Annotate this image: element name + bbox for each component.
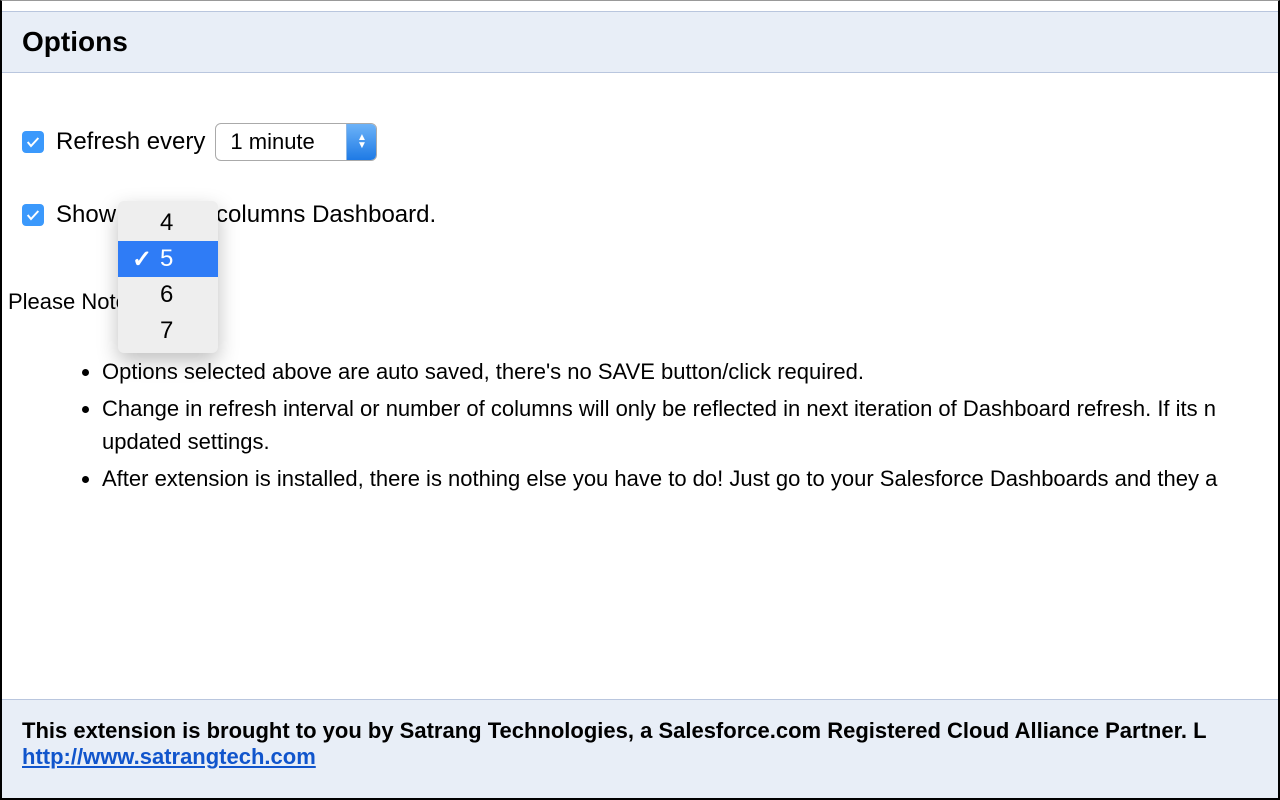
footer-link[interactable]: http://www.satrangtech.com <box>22 744 316 769</box>
dropdown-item-5[interactable]: 5 <box>118 241 218 277</box>
list-item: After extension is installed, there is n… <box>102 462 1258 495</box>
footer-text: This extension is brought to you by Satr… <box>22 718 1207 743</box>
list-item: Options selected above are auto saved, t… <box>102 355 1258 388</box>
list-item: Change in refresh interval or number of … <box>102 392 1258 458</box>
refresh-interval-select[interactable]: 1 minute ▲ ▼ <box>215 123 377 161</box>
footer: This extension is brought to you by Satr… <box>2 699 1278 798</box>
refresh-option-row: Refresh every 1 minute ▲ ▼ <box>22 123 1258 161</box>
refresh-label: Refresh every <box>56 128 205 156</box>
columns-dropdown-popup[interactable]: 4 5 6 7 <box>118 201 218 353</box>
notes-list: Options selected above are auto saved, t… <box>102 355 1258 495</box>
dropdown-item-6[interactable]: 6 <box>118 277 218 313</box>
refresh-interval-value: 1 minute <box>216 129 346 155</box>
show-label-pre: Show <box>56 201 116 229</box>
check-icon <box>25 207 41 223</box>
dropdown-item-7[interactable]: 7 <box>118 313 218 349</box>
refresh-checkbox[interactable] <box>22 131 44 153</box>
show-checkbox[interactable] <box>22 204 44 226</box>
options-header: Options <box>2 11 1278 73</box>
dropdown-item-4[interactable]: 4 <box>118 205 218 241</box>
show-label-post: columns Dashboard. <box>216 201 436 229</box>
stepper-icon[interactable]: ▲ ▼ <box>346 124 376 160</box>
check-icon <box>25 134 41 150</box>
page-title: Options <box>22 26 1258 58</box>
